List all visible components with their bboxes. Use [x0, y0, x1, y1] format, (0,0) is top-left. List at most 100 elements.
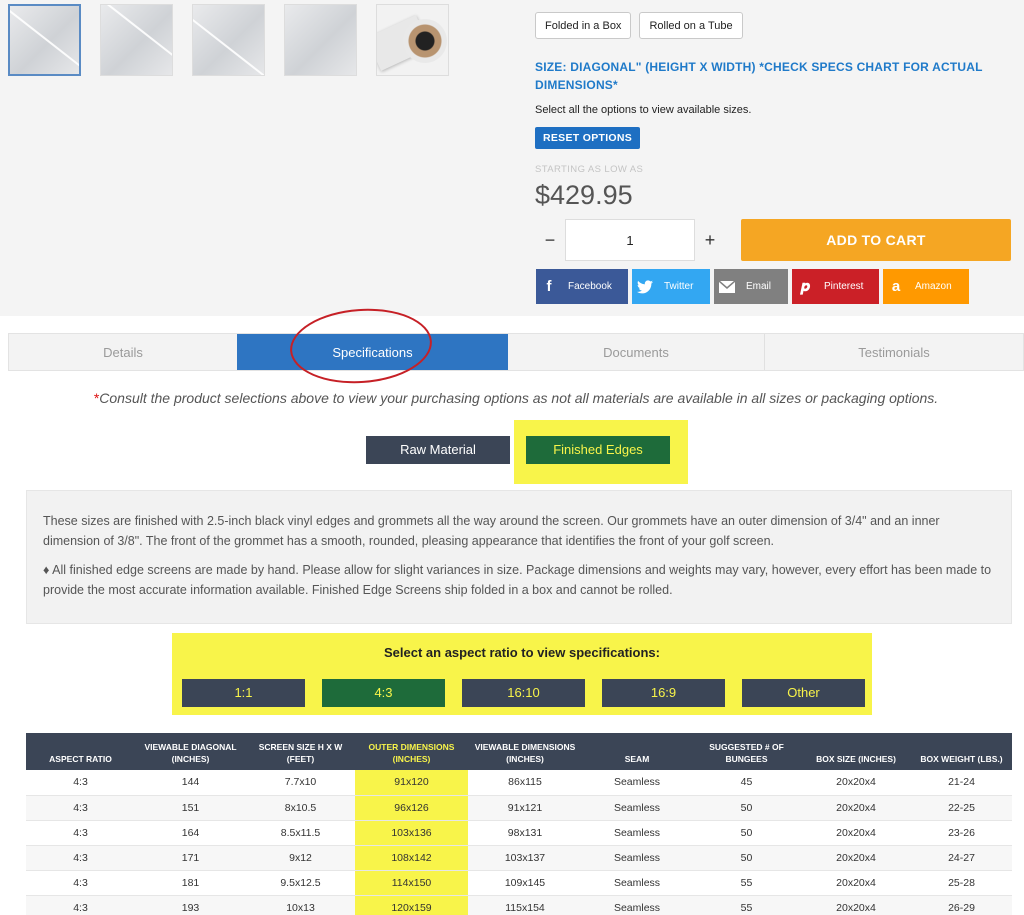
table-cell-highlighted: 103x136	[355, 820, 468, 846]
table-cell: 171	[135, 845, 246, 871]
tab-specifications[interactable]: Specifications	[237, 334, 508, 370]
table-cell: 109x145	[468, 870, 582, 896]
amazon-icon: a	[891, 278, 901, 295]
table-cell: Seamless	[582, 870, 692, 896]
table-cell: 50	[692, 820, 801, 846]
table-cell: 4:3	[26, 820, 135, 846]
table-cell: 91x121	[468, 795, 582, 821]
quantity-increase-button[interactable]: +	[695, 219, 725, 261]
table-cell: 45	[692, 770, 801, 796]
raw-material-button[interactable]: Raw Material	[366, 436, 510, 464]
thumbnail-gallery	[8, 4, 449, 76]
table-row: 4:3 164 8.5x11.5 103x136 98x131 Seamless 50 20x…	[26, 820, 1012, 846]
table-header-highlighted: OUTER DIMENSIONS (INCHES)	[355, 733, 468, 770]
table-header-row: ASPECT RATIO VIEWABLE DIAGONAL (INCHES) …	[26, 733, 1012, 770]
table-cell: 24-27	[911, 845, 1012, 871]
table-cell: 20x20x4	[801, 870, 911, 896]
table-cell-highlighted: 96x126	[355, 795, 468, 821]
table-cell: 4:3	[26, 845, 135, 871]
amazon-label: Amazon	[915, 281, 952, 292]
aspect-4-3-button[interactable]: 4:3	[322, 679, 445, 707]
table-row: 4:3 144 7.7x10 91x120 86x115 Seamless 45 20x20x…	[26, 770, 1012, 796]
description-paragraph-1: These sizes are finished with 2.5-inch b…	[43, 514, 940, 548]
tab-testimonials[interactable]: Testimonials	[764, 334, 1023, 370]
facebook-icon: f	[546, 278, 552, 295]
edge-type-toggle: Raw Material Finished Edges	[0, 420, 1024, 484]
table-cell: 4:3	[26, 895, 135, 915]
table-cell: 4:3	[26, 770, 135, 796]
twitter-icon	[632, 269, 658, 304]
table-cell-highlighted: 114x150	[355, 870, 468, 896]
email-share-button[interactable]: Email	[714, 269, 788, 304]
table-cell: 23-26	[911, 820, 1012, 846]
tab-documents[interactable]: Documents	[508, 334, 764, 370]
table-row: 4:3 193 10x13 120x159 115x154 Seamless 55 20x20…	[26, 895, 1012, 915]
twitter-share-button[interactable]: Twitter	[632, 269, 710, 304]
table-header: ASPECT RATIO	[26, 733, 135, 770]
description-paragraph-2: ♦ All finished edge screens are made by …	[43, 563, 992, 597]
table-cell: 193	[135, 895, 246, 915]
quantity-decrease-button[interactable]: −	[535, 219, 565, 261]
table-cell: 98x131	[468, 820, 582, 846]
thumbnail-1[interactable]	[8, 4, 81, 76]
table-cell: Seamless	[582, 845, 692, 871]
finished-edges-description: These sizes are finished with 2.5-inch b…	[26, 490, 1012, 624]
pinterest-icon: 𝒑	[800, 278, 810, 295]
product-tabs: Details Specifications Documents Testimo…	[8, 333, 1024, 371]
thumbnail-4[interactable]	[284, 4, 357, 76]
table-cell: 22-25	[911, 795, 1012, 821]
table-cell: 4:3	[26, 795, 135, 821]
table-cell: 115x154	[468, 895, 582, 915]
share-buttons: f Facebook Twitter Email 𝒑 Pinterest a A…	[536, 269, 969, 304]
table-cell: 21-24	[911, 770, 1012, 796]
thumbnail-5[interactable]	[376, 4, 449, 76]
finished-edges-button[interactable]: Finished Edges	[526, 436, 670, 464]
table-header: VIEWABLE DIAGONAL (INCHES)	[135, 733, 246, 770]
table-cell: 20x20x4	[801, 895, 911, 915]
table-cell: 8.5x11.5	[246, 820, 355, 846]
table-header: SUGGESTED # OF BUNGEES	[692, 733, 801, 770]
table-cell: 151	[135, 795, 246, 821]
amazon-share-button[interactable]: a Amazon	[883, 269, 969, 304]
consult-note: *Consult the product selections above to…	[8, 390, 1024, 406]
email-icon	[714, 269, 740, 304]
facebook-share-button[interactable]: f Facebook	[536, 269, 628, 304]
folded-in-box-option[interactable]: Folded in a Box	[535, 12, 632, 39]
table-cell: 50	[692, 845, 801, 871]
aspect-1-1-button[interactable]: 1:1	[182, 679, 305, 707]
aspect-16-9-button[interactable]: 16:9	[602, 679, 725, 707]
table-cell: 4:3	[26, 870, 135, 896]
pinterest-share-button[interactable]: 𝒑 Pinterest	[792, 269, 879, 304]
tab-details[interactable]: Details	[9, 334, 237, 370]
table-cell: 55	[692, 895, 801, 915]
consult-text: Consult the product selections above to …	[99, 390, 939, 406]
reset-options-button[interactable]: RESET OPTIONS	[535, 127, 641, 149]
table-header: BOX WEIGHT (LBS.)	[911, 733, 1012, 770]
table-cell: Seamless	[582, 820, 692, 846]
table-header: SCREEN SIZE H X W (FEET)	[246, 733, 355, 770]
table-cell: 25-28	[911, 870, 1012, 896]
select-options-note: Select all the options to view available…	[535, 104, 752, 116]
table-cell: 8x10.5	[246, 795, 355, 821]
rolled-on-tube-option[interactable]: Rolled on a Tube	[639, 12, 743, 39]
table-cell-highlighted: 91x120	[355, 770, 468, 796]
table-cell: Seamless	[582, 795, 692, 821]
quantity-input[interactable]	[565, 219, 695, 261]
facebook-label: Facebook	[568, 281, 612, 292]
table-cell-highlighted: 120x159	[355, 895, 468, 915]
product-top-area: Folded in a Box Rolled on a Tube SIZE: D…	[0, 0, 1024, 316]
table-cell: Seamless	[582, 770, 692, 796]
aspect-ratio-buttons: 1:1 4:3 16:10 16:9 Other	[182, 679, 865, 707]
thumbnail-2[interactable]	[100, 4, 173, 76]
table-cell: Seamless	[582, 895, 692, 915]
table-cell: 86x115	[468, 770, 582, 796]
aspect-16-10-button[interactable]: 16:10	[462, 679, 585, 707]
add-to-cart-button[interactable]: ADD TO CART	[741, 219, 1011, 261]
pinterest-label: Pinterest	[824, 281, 864, 292]
aspect-other-button[interactable]: Other	[742, 679, 865, 707]
thumbnail-3[interactable]	[192, 4, 265, 76]
twitter-label: Twitter	[664, 281, 694, 292]
table-cell: 20x20x4	[801, 820, 911, 846]
table-cell: 181	[135, 870, 246, 896]
table-row: 4:3 181 9.5x12.5 114x150 109x145 Seamless 55 20…	[26, 870, 1012, 896]
